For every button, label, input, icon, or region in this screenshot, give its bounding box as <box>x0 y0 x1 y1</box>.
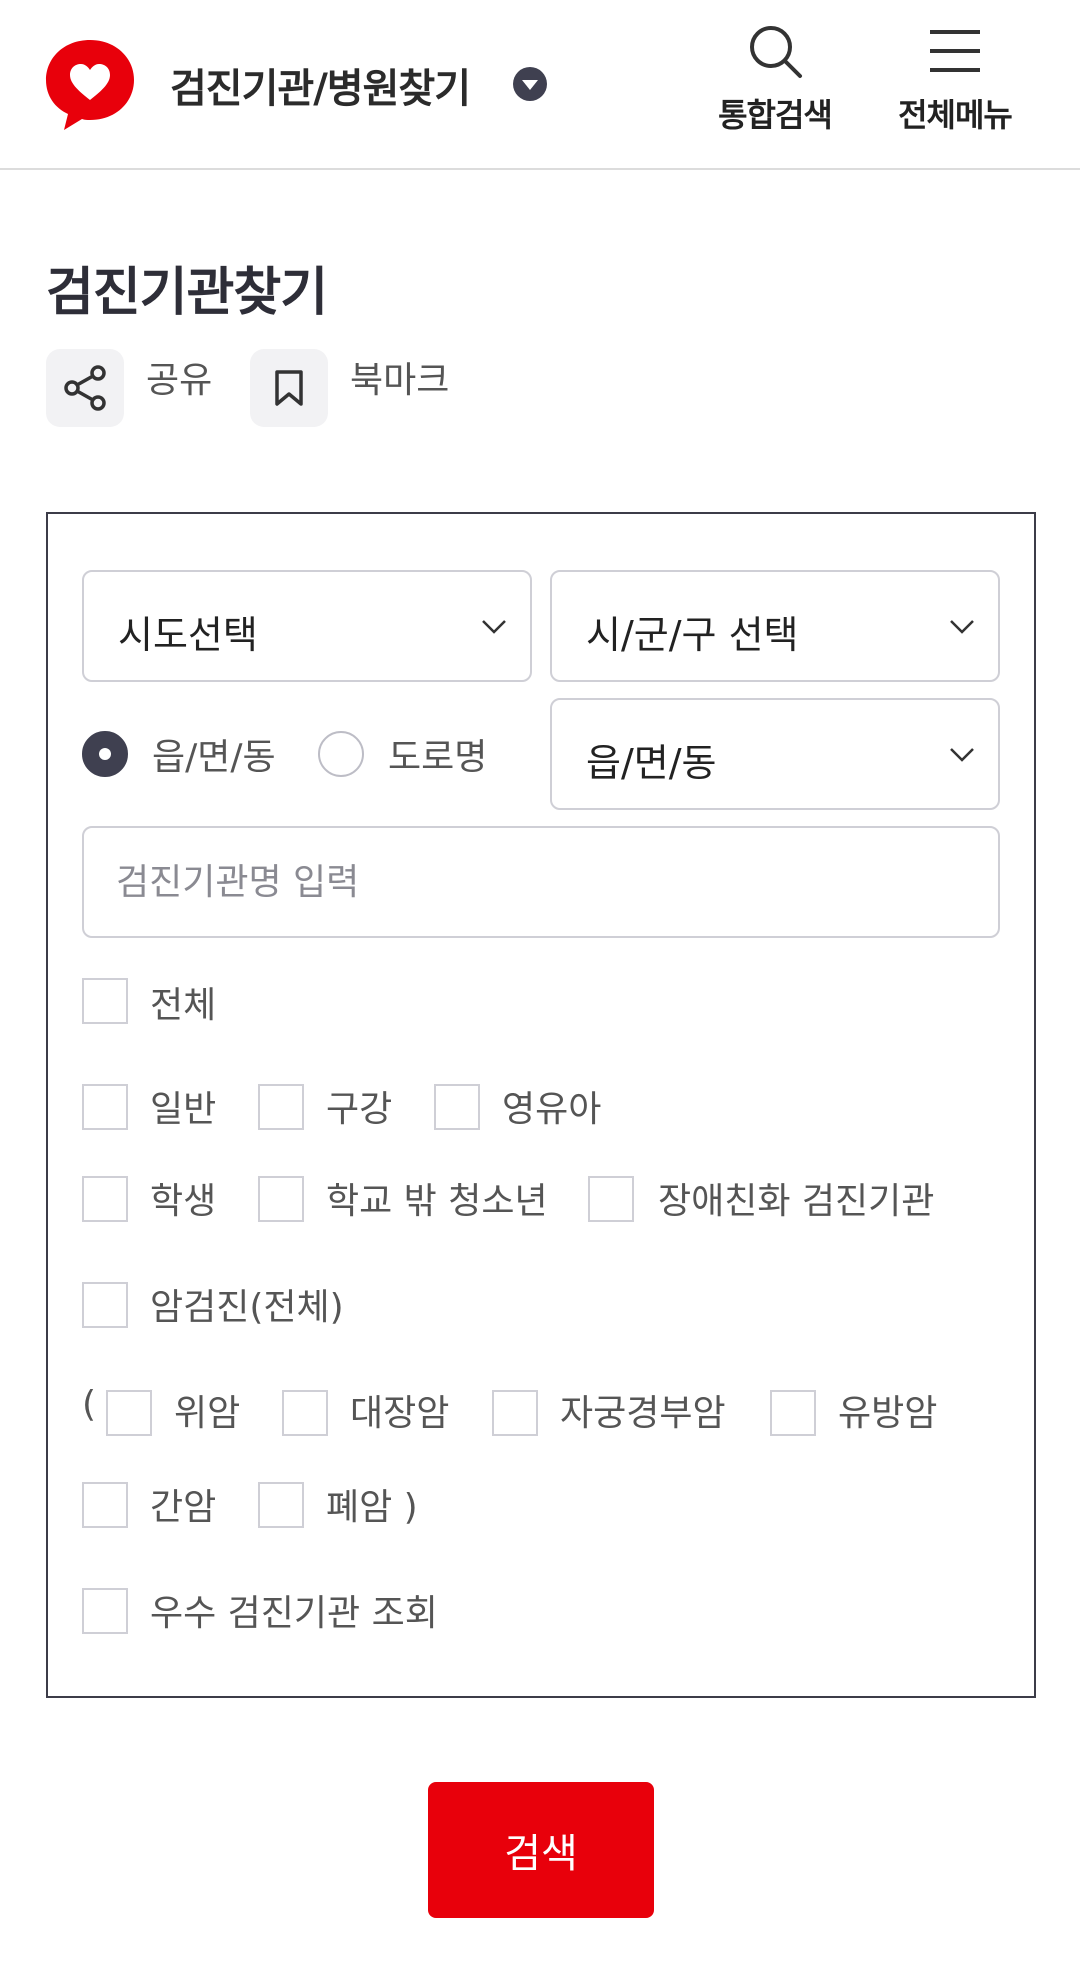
checkbox-infant-label: 영유아 <box>502 1089 602 1130</box>
checkbox-oral[interactable] <box>258 1084 304 1130</box>
checkbox-colon-cancer[interactable] <box>282 1390 328 1436</box>
radio-road-name-label: 도로명 <box>388 737 488 778</box>
open-parenthesis: ( <box>82 1384 97 1425</box>
checkbox-breast-cancer-label: 유방암 <box>838 1393 938 1434</box>
checkbox-oral-label: 구강 <box>326 1089 393 1130</box>
bookmark-icon-box <box>250 349 328 427</box>
hamburger-menu-icon <box>930 30 980 72</box>
sigungu-select[interactable]: 시/군/구 선택 <box>550 570 1000 682</box>
page-title: 검진기관찾기 <box>46 263 328 323</box>
checkbox-general-label: 일반 <box>150 1089 217 1130</box>
chevron-down-icon <box>482 620 506 634</box>
share-icon <box>64 365 106 411</box>
checkbox-stomach-cancer[interactable] <box>106 1390 152 1436</box>
sido-select[interactable]: 시도선택 <box>82 570 532 682</box>
all-menu-button[interactable]: 전체메뉴 <box>880 22 1030 142</box>
search-filter-box: 시도선택 시/군/구 선택 읍/면/동 도로명 읍/면/동 전체 일반 구강 영… <box>46 512 1036 1698</box>
checkbox-infant[interactable] <box>434 1084 480 1130</box>
integrated-search-label: 통합검색 <box>718 96 833 134</box>
checkbox-breast-cancer[interactable] <box>770 1390 816 1436</box>
all-menu-label: 전체메뉴 <box>898 96 1013 134</box>
checkbox-lung-cancer[interactable] <box>258 1482 304 1528</box>
bookmark-label: 북마크 <box>350 360 450 401</box>
checkbox-liver-cancer[interactable] <box>82 1482 128 1528</box>
bookmark-button[interactable]: 북마크 <box>250 348 449 428</box>
radio-eup-myeon-dong[interactable]: 읍/면/동 <box>82 728 276 780</box>
checkbox-excellent-institution-label: 우수 검진기관 조회 <box>150 1593 438 1634</box>
sido-select-value: 시도선택 <box>118 613 258 657</box>
checkbox-out-of-school[interactable] <box>258 1176 304 1222</box>
chevron-down-icon <box>950 620 974 634</box>
radio-eup-myeon-dong-label: 읍/면/동 <box>152 737 276 778</box>
share-icon-box <box>46 349 124 427</box>
checkbox-colon-cancer-label: 대장암 <box>350 1393 450 1434</box>
header: 검진기관/병원찾기 통합검색 전체메뉴 <box>0 0 1080 170</box>
checkbox-all[interactable] <box>82 978 128 1024</box>
checkbox-out-of-school-label: 학교 밖 청소년 <box>326 1181 548 1222</box>
search-icon <box>750 26 802 78</box>
radio-circle-selected[interactable] <box>82 731 128 777</box>
checkbox-all-label: 전체 <box>150 985 217 1026</box>
radio-road-name[interactable]: 도로명 <box>318 728 487 780</box>
checkbox-liver-cancer-label: 간암 <box>150 1487 217 1528</box>
heart-logo-icon[interactable] <box>42 36 138 132</box>
search-button[interactable]: 검색 <box>428 1782 654 1918</box>
checkbox-disability-friendly[interactable] <box>588 1176 634 1222</box>
bookmark-icon <box>275 370 303 406</box>
checkbox-student[interactable] <box>82 1176 128 1222</box>
checkbox-cancer-all-label: 암검진(전체) <box>150 1287 344 1328</box>
checkbox-disability-friendly-label: 장애친화 검진기관 <box>658 1181 935 1222</box>
institution-name-input[interactable] <box>82 826 1000 938</box>
eup-myeon-dong-select[interactable]: 읍/면/동 <box>550 698 1000 810</box>
radio-circle[interactable] <box>318 731 364 777</box>
checkbox-cervical-cancer-label: 자궁경부암 <box>560 1393 726 1434</box>
checkbox-lung-cancer-label: 폐암 ) <box>326 1487 418 1528</box>
share-button[interactable]: 공유 <box>46 348 212 428</box>
eup-myeon-dong-select-value: 읍/면/동 <box>586 741 717 785</box>
chevron-down-icon <box>950 748 974 762</box>
checkbox-excellent-institution[interactable] <box>82 1588 128 1634</box>
checkbox-stomach-cancer-label: 위암 <box>174 1393 241 1434</box>
share-label: 공유 <box>146 360 213 401</box>
sigungu-select-value: 시/군/구 선택 <box>586 613 799 657</box>
checkbox-student-label: 학생 <box>150 1181 217 1222</box>
header-title[interactable]: 검진기관/병원찾기 <box>170 56 471 114</box>
caret-down-icon[interactable] <box>512 66 548 102</box>
checkbox-general[interactable] <box>82 1084 128 1130</box>
checkbox-cervical-cancer[interactable] <box>492 1390 538 1436</box>
checkbox-cancer-all[interactable] <box>82 1282 128 1328</box>
integrated-search-button[interactable]: 통합검색 <box>700 22 850 142</box>
